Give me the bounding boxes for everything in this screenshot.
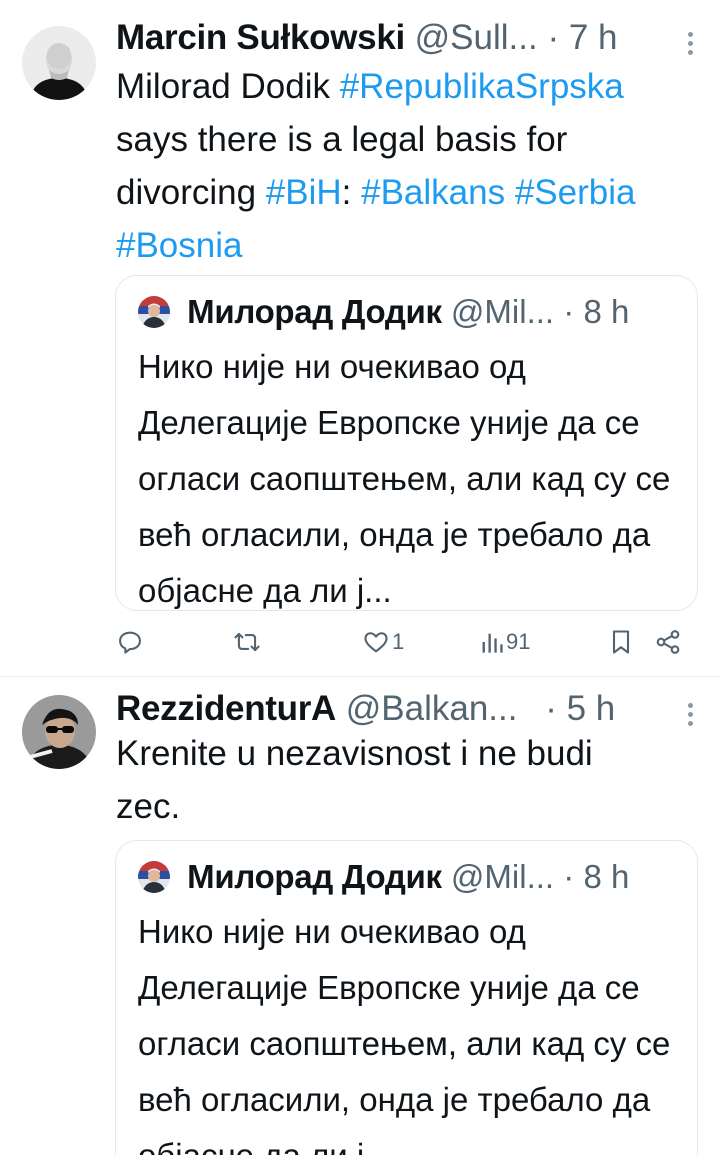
quoted-author-handle: @Mil... (450, 858, 555, 895)
timestamp[interactable]: 7 h (569, 18, 618, 57)
tweet-text-segment: Krenite u nezavisnost i ne budi zec. (116, 734, 593, 826)
tweet-text: Krenite u nezavisnost i ne budi zec. (116, 727, 660, 833)
share-icon (656, 630, 680, 654)
separator-dot: · (545, 689, 557, 728)
separator-dot: · (547, 18, 560, 57)
tweet-header: RezzidenturA @Balkan... · 5 h (116, 687, 700, 731)
separator-dot: · (563, 858, 575, 895)
tweet-header: Marcin Sułkowski @Sull... · 7 h (116, 16, 700, 60)
like-button[interactable]: 1 (362, 622, 404, 662)
quoted-avatar (138, 861, 170, 893)
reply-button[interactable] (116, 622, 144, 662)
author-handle[interactable]: @Sull... (415, 18, 538, 57)
tweet-text: Milorad Dodik #RepublikaSrpska says ther… (116, 60, 696, 272)
like-count: 1 (392, 629, 405, 654)
tweet-actions: 1 91 (116, 622, 694, 662)
quoted-author-name: Милорад Додик (187, 858, 442, 895)
quoted-tweet-text: Нико није ни очекивао од Делегације Евро… (138, 913, 671, 1155)
bookmark-button[interactable] (609, 622, 633, 662)
avatar[interactable] (22, 26, 96, 100)
heart-icon (364, 632, 388, 653)
quoted-timestamp: 8 h (583, 858, 630, 895)
tweet-text-segment: : (341, 173, 362, 212)
quoted-avatar (138, 296, 170, 328)
author-name[interactable]: Marcin Sułkowski (116, 18, 405, 57)
quoted-author-handle: @Mil... (450, 293, 555, 330)
reply-icon (119, 631, 141, 654)
view-count: 91 (506, 629, 531, 654)
quoted-author-name: Милорад Додик (187, 293, 442, 330)
author-name[interactable]: RezzidenturA (116, 689, 336, 728)
bookmark-icon (612, 630, 630, 654)
tweet-1[interactable]: Marcin Sułkowski @Sull... · 7 h Milorad … (0, 0, 720, 676)
retweet-icon (234, 632, 260, 652)
more-options-icon[interactable] (686, 703, 694, 729)
hashtag-link[interactable]: #Bosnia (116, 226, 242, 265)
views-icon (482, 633, 503, 653)
quoted-tweet[interactable]: Милорад Додик @Mil... · 8 h Нико није ни… (115, 840, 698, 1155)
share-button[interactable] (654, 622, 682, 662)
separator-dot: · (563, 293, 575, 330)
retweet-button[interactable] (232, 622, 262, 662)
author-handle[interactable]: @Balkan... (346, 689, 518, 728)
quoted-tweet-text: Нико није ни очекивао од Делегације Евро… (138, 348, 671, 609)
views-button[interactable]: 91 (480, 622, 530, 662)
quoted-timestamp: 8 h (583, 293, 630, 330)
more-options-icon[interactable] (686, 32, 694, 58)
quoted-tweet-header: Милорад Додик @Mil... · 8 h (138, 292, 679, 332)
hashtag-link[interactable]: #BiH (266, 173, 342, 212)
tweet-2[interactable]: RezzidenturA @Balkan... · 5 h Krenite u … (0, 677, 720, 1155)
avatar[interactable] (22, 695, 96, 769)
hashtag-link[interactable]: #RepublikaSrpska (340, 67, 624, 106)
hashtag-link[interactable]: #Balkans (361, 173, 505, 212)
hashtag-link[interactable]: #Serbia (515, 173, 636, 212)
quoted-tweet[interactable]: Милорад Додик @Mil... · 8 h Нико није ни… (115, 275, 698, 611)
tweet-text-segment: Milorad Dodik (116, 67, 340, 106)
timestamp[interactable]: 5 h (567, 689, 616, 728)
tweet-text-segment (505, 173, 515, 212)
quoted-tweet-header: Милорад Додик @Mil... · 8 h (138, 857, 679, 897)
